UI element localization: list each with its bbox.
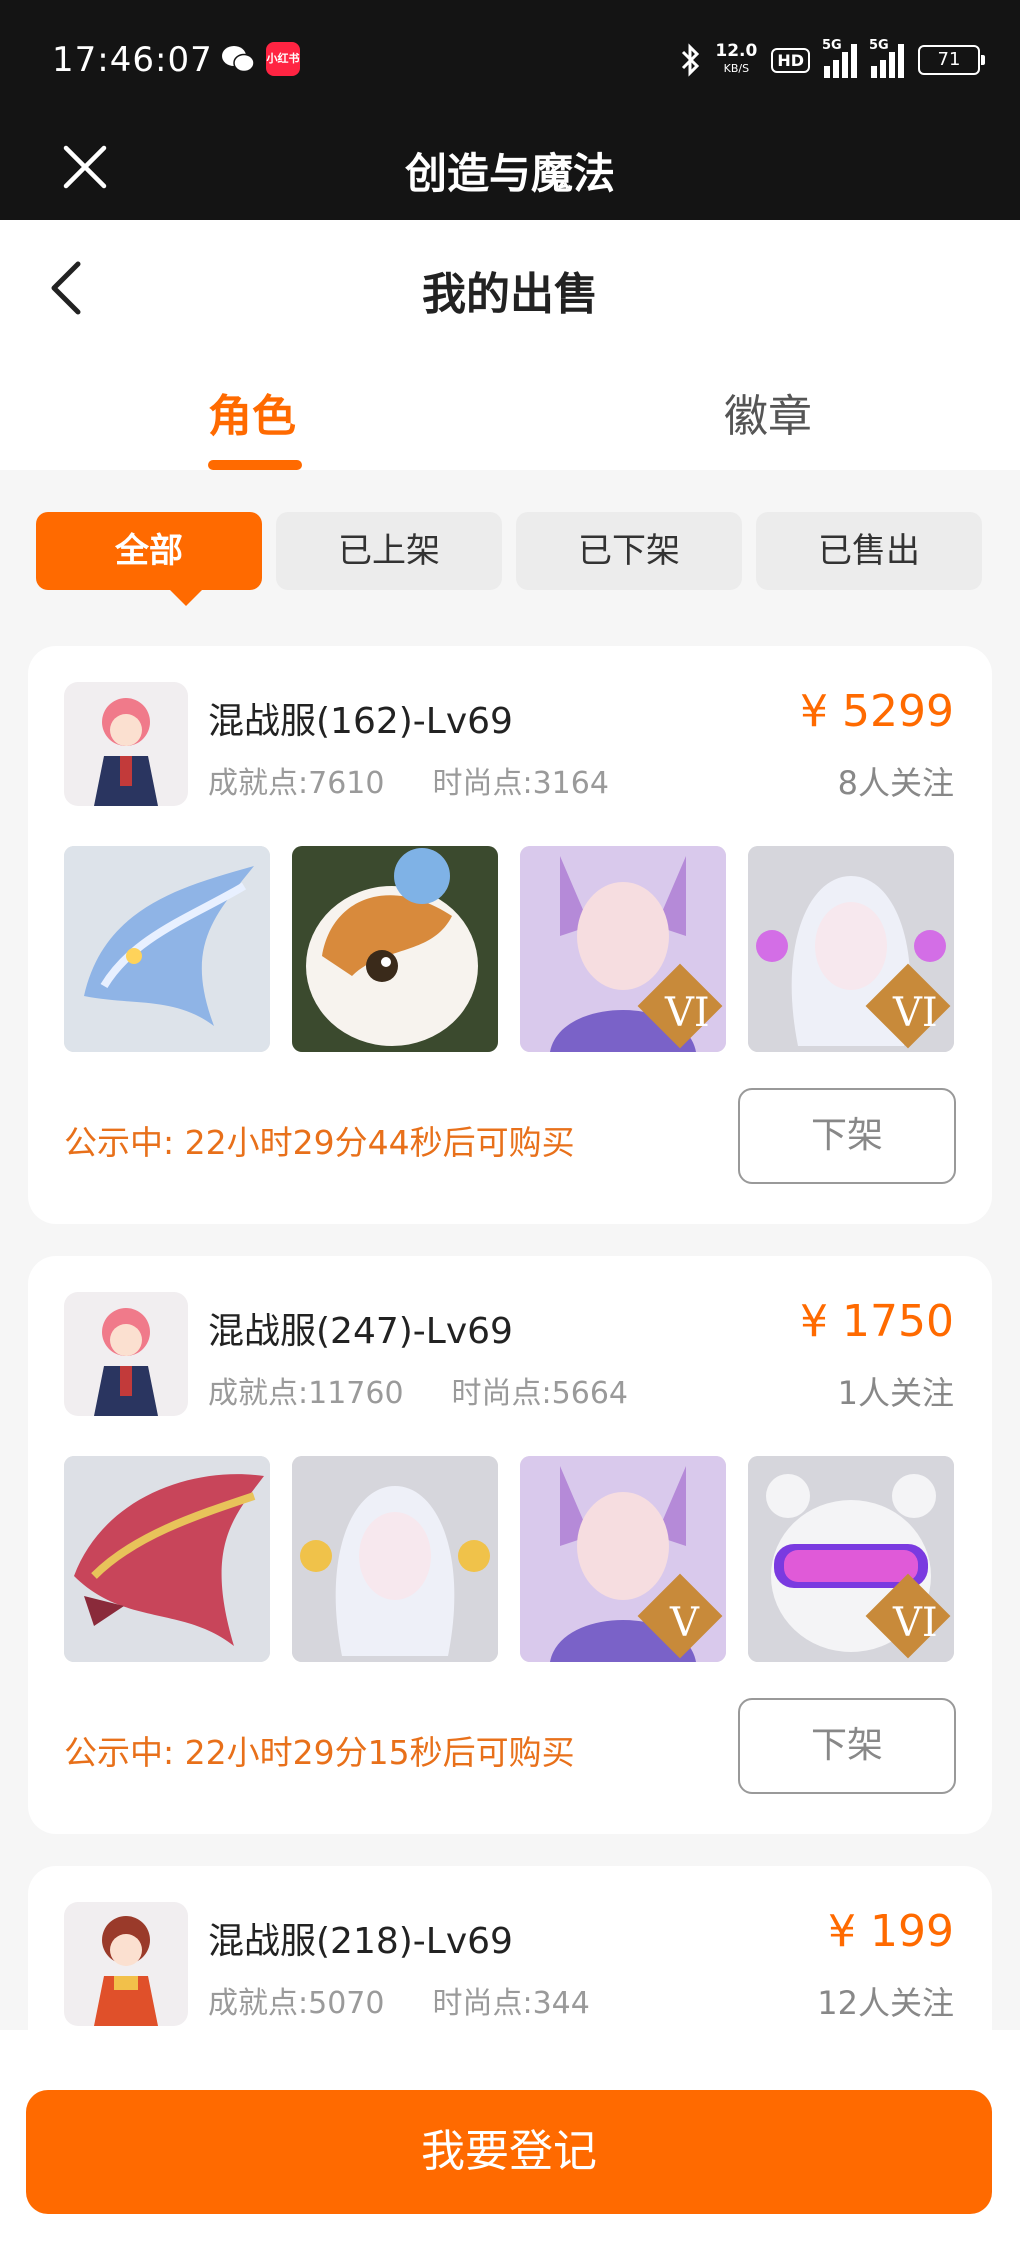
battery-icon: 71 [918,45,985,75]
item-thumbnail-blue-dragon[interactable] [64,846,270,1052]
fashion-points: 时尚点:344 [432,1986,590,2021]
character-avatar [64,1292,188,1416]
listing-stats: 成就点:5070 时尚点:344 [208,1978,590,2022]
item-thumbnail-calico-cat[interactable] [292,846,498,1052]
fashion-points: 时尚点:3164 [432,766,609,801]
page-title: 我的出售 [422,269,598,320]
tab-badge[interactable]: 徽章 [724,380,812,444]
listing-name: 混战服(162)-Lv69 [208,701,513,742]
character-avatar [64,682,188,806]
signal-2-label: 5G [869,38,889,53]
listing-name: 混战服(218)-Lv69 [208,1921,513,1962]
filter-all[interactable]: 全部 [36,512,262,590]
status-indicators: 12.0 KB/S HD 5G 5G 71 [679,38,985,82]
active-tab-indicator [208,460,302,470]
wechat-icon [222,46,255,73]
mini-program-title-bar: 创造与魔法 [0,120,1020,220]
speed-unit: KB/S [723,62,750,75]
status-filter-row: 全部 已上架 已下架 已售出 [36,512,982,606]
svg-text:V: V [669,1600,700,1646]
speed-value: 12.0 [715,41,758,61]
publicity-countdown: 公示中: 22小时29分15秒后可购买 [64,1733,575,1772]
item-thumbnail-bear-goggles[interactable]: VI [748,1456,954,1662]
item-thumbnail-fox-girl[interactable]: V [520,1456,726,1662]
listing-card[interactable]: 混战服(247)-Lv69 成就点:11760 时尚点:5664 ¥ 1750 1… [28,1256,992,1834]
filter-delisted[interactable]: 已下架 [516,512,742,590]
item-thumbnail-white-hair-girl[interactable] [292,1456,498,1662]
listing-stats: 成就点:11760 时尚点:5664 [208,1368,628,1412]
bluetooth-icon [682,43,700,77]
filter-listed[interactable]: 已上架 [276,512,502,590]
status-time: 17:46:07 [52,40,213,80]
signal-1-label: 5G [822,38,842,53]
item-thumbnail-white-hair-girl[interactable]: VI [748,846,954,1052]
listing-name: 混战服(247)-Lv69 [208,1311,513,1352]
signal-icon-1: 5G [822,38,857,78]
achievement-points: 成就点:7610 [208,766,385,801]
filter-sold[interactable]: 已售出 [756,512,982,590]
register-button[interactable]: 我要登记 [26,2090,992,2214]
character-avatar [64,1902,188,2026]
svg-text:VI: VI [892,1600,938,1646]
follower-count: 12人关注 [817,1984,954,2022]
listing-price: ¥ 1750 [800,1296,954,1347]
listing-card[interactable]: 混战服(162)-Lv69 成就点:7610 时尚点:3164 ¥ 5299 8人… [28,646,992,1224]
item-thumbnail-fox-girl[interactable]: VI [520,846,726,1052]
delist-button[interactable]: 下架 [738,1088,956,1184]
delist-button[interactable]: 下架 [738,1698,956,1794]
item-thumbnails: VI VI [64,846,956,1054]
listing-price: ¥ 5299 [800,686,954,737]
svg-text:VI: VI [892,990,938,1036]
hd-icon: HD [771,47,810,73]
app-title: 创造与魔法 [404,149,615,198]
achievement-points: 成就点:11760 [208,1376,404,1411]
network-speed: 12.0 KB/S [715,43,757,77]
follower-count: 8人关注 [837,764,954,802]
publicity-countdown: 公示中: 22小时29分44秒后可购买 [64,1123,575,1162]
achievement-points: 成就点:5070 [208,1986,385,2021]
tab-role[interactable]: 角色 [208,380,296,444]
page-header: 我的出售 角色 徽章 [0,220,1020,470]
item-thumbnail-red-dragon[interactable] [64,1456,270,1662]
follower-count: 1人关注 [837,1374,954,1412]
item-thumbnails: V VI [64,1456,956,1664]
active-filter-pointer [170,590,202,606]
svg-text:VI: VI [664,990,710,1036]
listing-price: ¥ 199 [828,1906,954,1957]
signal-icon-2: 5G [869,38,904,78]
listing-stats: 成就点:7610 时尚点:3164 [208,758,609,802]
fashion-points: 时尚点:5664 [451,1376,629,1411]
status-bar: 17:46:07 小红书 12.0 KB/S HD 5G 5G 71 [0,0,1020,120]
xiaohongshu-icon: 小红书 [266,42,300,76]
